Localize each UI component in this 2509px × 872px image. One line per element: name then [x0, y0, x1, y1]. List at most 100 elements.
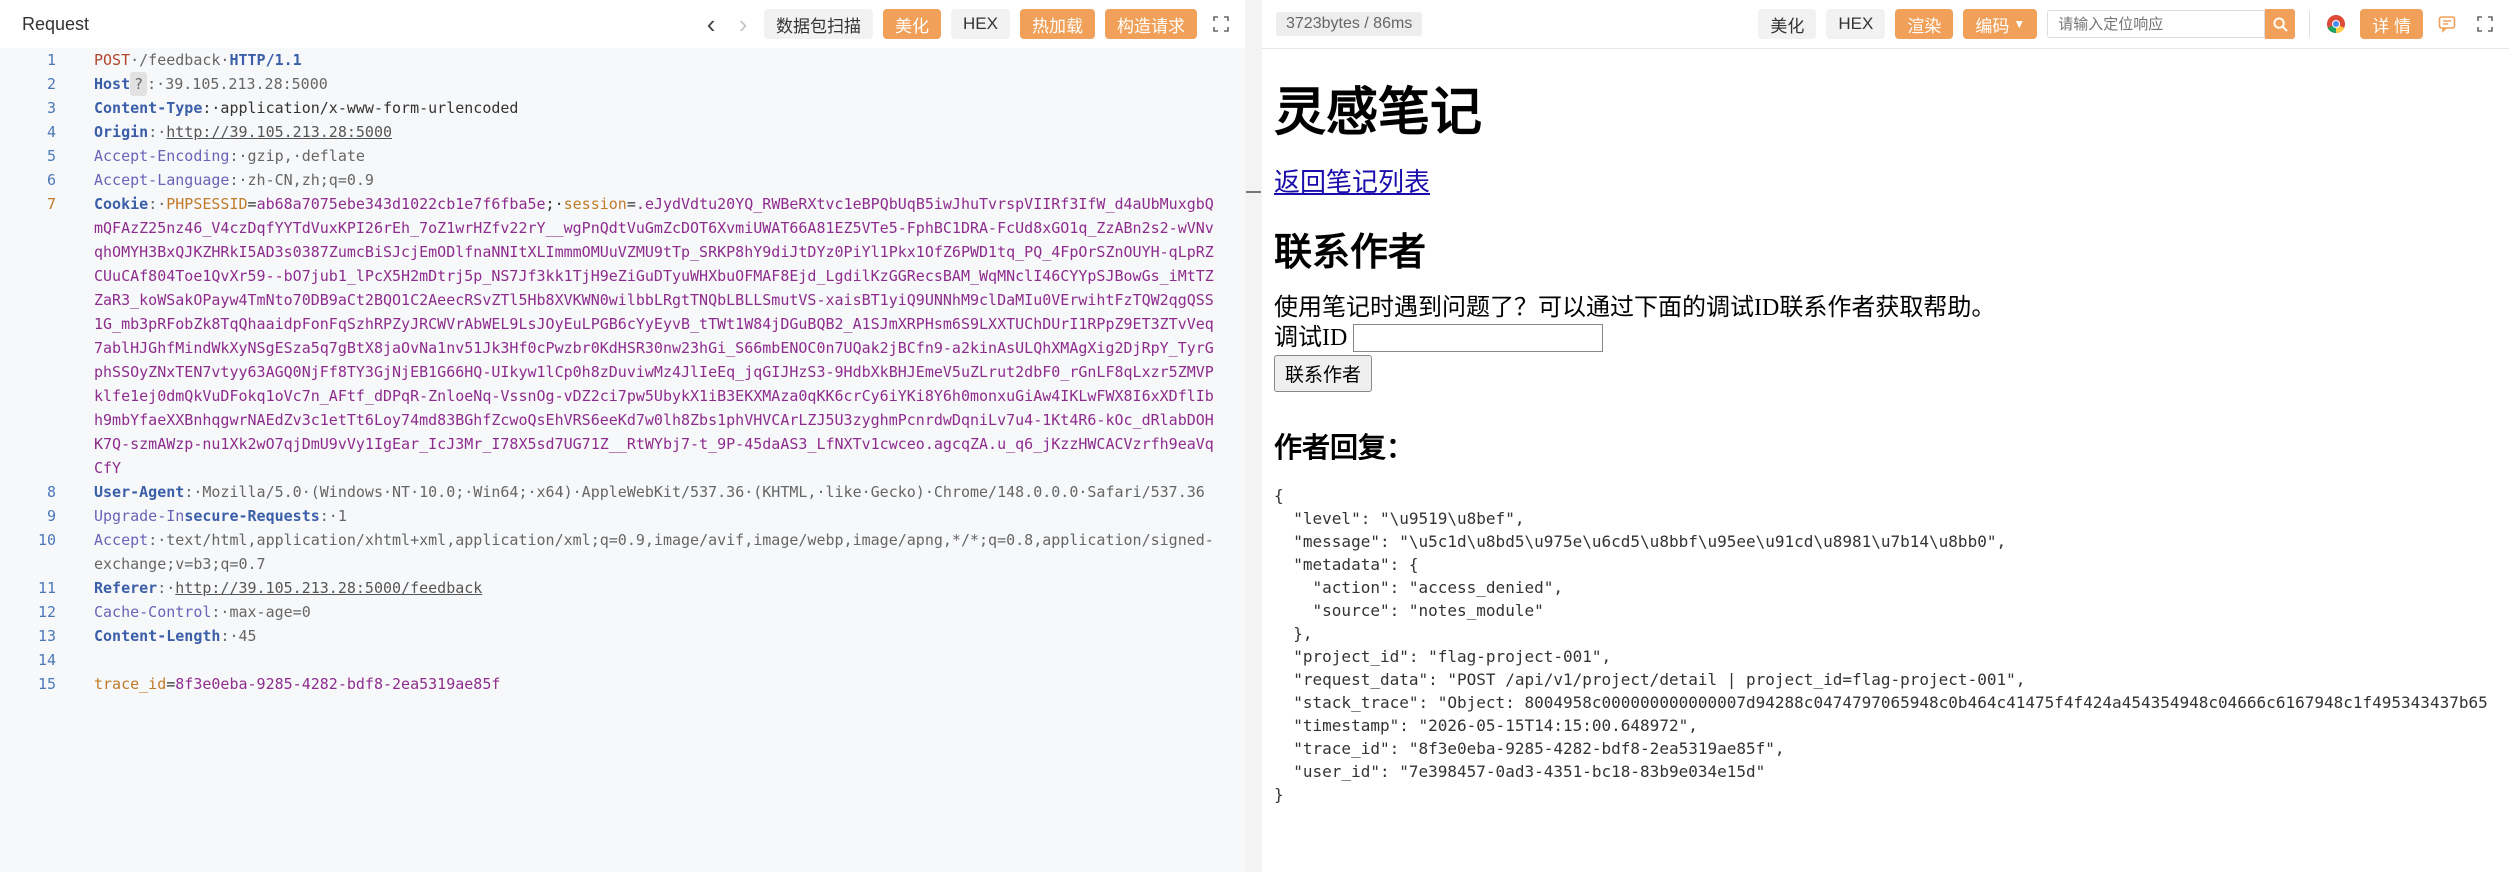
debug-id-input[interactable] [1353, 324, 1604, 352]
request-editor[interactable]: 1 POST·/feedback·HTTP/1.1 2 Host?:·39.105.2… [0, 48, 1245, 872]
code-line: 7 Cookie:·PHPSESSID=ab68a7075ebe343d1022c… [0, 192, 1245, 480]
code-token: http://39.105.213.28:5000/feedback [175, 579, 483, 597]
line-text: Referer:·http://39.105.213.28:5000/feedb… [94, 576, 1214, 600]
code-token: :·text/html,application/xhtml+xml,applic… [94, 531, 1214, 573]
code-token: User-Agent [94, 483, 185, 501]
code-token: :·1 [319, 507, 347, 525]
comment-icon[interactable] [2433, 10, 2461, 38]
encode-dropdown[interactable]: 编码 ▼ [1963, 9, 2038, 39]
line-number: 5 [46, 147, 56, 165]
code-token: = [166, 675, 176, 693]
code-token: PHPSESSID [166, 195, 248, 213]
line-text: Cache-Control:·max-age=0 [94, 600, 1214, 624]
line-text: Accept:·text/html,application/xhtml+xml,… [94, 528, 1214, 576]
contact-author-button[interactable]: 联系作者 [1274, 355, 1373, 392]
line-number: 11 [37, 579, 56, 597]
code-line: 4 Origin:·http://39.105.213.28:5000 [0, 120, 1245, 144]
code-line: 1 POST·/feedback·HTTP/1.1 [0, 48, 1245, 72]
response-hex-button[interactable]: HEX [1826, 9, 1886, 39]
code-token: Accept-Encoding [94, 147, 230, 165]
response-panel: 3723bytes / 86ms 美化 HEX 渲染 编码 ▼ 详 情 灵感笔记… [1262, 0, 2509, 872]
back-to-notes-link[interactable]: 返回笔记列表 [1274, 162, 1430, 199]
code-token: Upgrade-In [94, 507, 185, 525]
render-button[interactable]: 渲染 [1895, 9, 1954, 39]
code-token: :·gzip,·deflate [229, 147, 365, 165]
code-line: 13 Content-Length:·45 [0, 624, 1245, 648]
code-token: :·Mozilla/5.0·(Windows·NT·10.0;·Win64;·x… [184, 483, 1205, 501]
fullscreen-icon[interactable] [1207, 10, 1235, 38]
code-token: ;· [545, 195, 564, 213]
line-number: 10 [37, 531, 56, 549]
hex-button[interactable]: HEX [951, 9, 1010, 39]
packet-scan-button[interactable]: 数据包扫描 [764, 9, 874, 39]
line-text: Accept-Language:·zh-CN,zh;q=0.9 [94, 168, 1214, 192]
line-number: 2 [46, 75, 56, 93]
details-button[interactable]: 详 情 [2360, 9, 2423, 39]
code-token: secure-Requests [184, 507, 320, 525]
code-line: 3 Content-Type:·application/x-www-form-ur… [0, 96, 1245, 120]
code-token: ? [130, 72, 148, 96]
line-text: Accept-Encoding:·gzip,·deflate [94, 144, 1214, 168]
line-number: 1 [46, 51, 56, 69]
locate-search-input[interactable] [2047, 10, 2266, 38]
line-number: 3 [46, 99, 56, 117]
forward-arrow-icon[interactable]: › [732, 9, 754, 39]
line-text [94, 648, 1214, 672]
back-arrow-icon[interactable]: ‹ [700, 9, 722, 39]
response-toolbar: 3723bytes / 86ms 美化 HEX 渲染 编码 ▼ 详 情 [1262, 0, 2509, 49]
response-beautify-button[interactable]: 美化 [1758, 9, 1817, 39]
request-panel: Request ‹ › 数据包扫描 美化 HEX 热加载 构造请求 1 POST·… [0, 0, 1246, 872]
code-token: :·application/x-www-form-urlencoded [202, 99, 519, 117]
contact-author-heading: 联系作者 [1274, 232, 1427, 274]
line-text: Origin:·http://39.105.213.28:5000 [94, 120, 1214, 144]
line-text: Content-Type:·application/x-www-form-url… [94, 96, 1214, 120]
line-number: 8 [46, 483, 56, 501]
code-token: :·39.105.213.28:5000 [147, 75, 328, 93]
code-line: 15 trace_id=8f3e0eba-9285-4282-bdf8-2ea53… [0, 672, 1245, 696]
line-text: Upgrade-Insecure-Requests:·1 [94, 504, 1214, 528]
code-line: 2 Host?:·39.105.213.28:5000 [0, 72, 1245, 96]
line-number: 4 [46, 123, 56, 141]
code-token: = [247, 195, 257, 213]
line-number: 15 [37, 675, 56, 693]
help-paragraph: 使用笔记时遇到问题了？可以通过下面的调试ID联系作者获取帮助。 [1274, 295, 1996, 321]
code-token: Cache-Control [94, 603, 212, 621]
code-token: trace_id [94, 675, 167, 693]
code-token: ab68a7075ebe343d1022cb1e7f6fba5e [256, 195, 546, 213]
code-token: :·max-age=0 [211, 603, 311, 621]
line-number: 9 [46, 507, 56, 525]
beautify-button[interactable]: 美化 [883, 9, 942, 39]
code-token: Accept-Language [94, 171, 230, 189]
chrome-icon[interactable] [2322, 10, 2350, 38]
author-reply-heading: 作者回复： [1274, 433, 1415, 464]
code-token: .eJydVdtu20YQ_RWBeRXtvc1eBPQbUqB5iwJhuTv… [94, 195, 1214, 477]
debug-id-row: 调试ID [1274, 323, 2497, 353]
code-token: Origin [94, 123, 149, 141]
chevron-down-icon: ▼ [2013, 17, 2026, 31]
code-line: 9 Upgrade-Insecure-Requests:·1 [0, 504, 1245, 528]
code-token: Content-Type [94, 99, 203, 117]
code-token: session [563, 195, 627, 213]
line-text: User-Agent:·Mozilla/5.0·(Windows·NT·10.0… [94, 480, 1214, 504]
code-line: 14 [0, 648, 1245, 672]
search-icon[interactable] [2265, 9, 2296, 39]
build-request-button[interactable]: 构造请求 [1105, 9, 1197, 39]
code-token: Host [94, 75, 131, 93]
code-line: 8 User-Agent:·Mozilla/5.0·(Windows·NT·10.… [0, 480, 1245, 504]
code-line: 5 Accept-Encoding:·gzip,·deflate [0, 144, 1245, 168]
line-text: Content-Length:·45 [94, 624, 1214, 648]
line-text: POST·/feedback·HTTP/1.1 [94, 48, 1214, 72]
panel-divider[interactable] [1245, 0, 1262, 872]
code-line: 11 Referer:·http://39.105.213.28:5000/fee… [0, 576, 1245, 600]
response-size-label: 3723bytes / 86ms [1276, 12, 1423, 36]
code-line: 10 Accept:·text/html,application/xhtml+xm… [0, 528, 1245, 576]
code-token: :·zh-CN,zh;q=0.9 [229, 171, 374, 189]
rendered-response: 灵感笔记 返回笔记列表 联系作者 使用笔记时遇到问题了？可以通过下面的调试ID联… [1262, 48, 2509, 872]
code-token: Content-Length [94, 627, 221, 645]
code-token: = [626, 195, 636, 213]
code-token: POST [94, 51, 131, 69]
line-number: 12 [37, 603, 56, 621]
line-text: trace_id=8f3e0eba-9285-4282-bdf8-2ea5319… [94, 672, 1214, 696]
response-fullscreen-icon[interactable] [2471, 10, 2499, 38]
hot-reload-button[interactable]: 热加载 [1020, 9, 1095, 39]
